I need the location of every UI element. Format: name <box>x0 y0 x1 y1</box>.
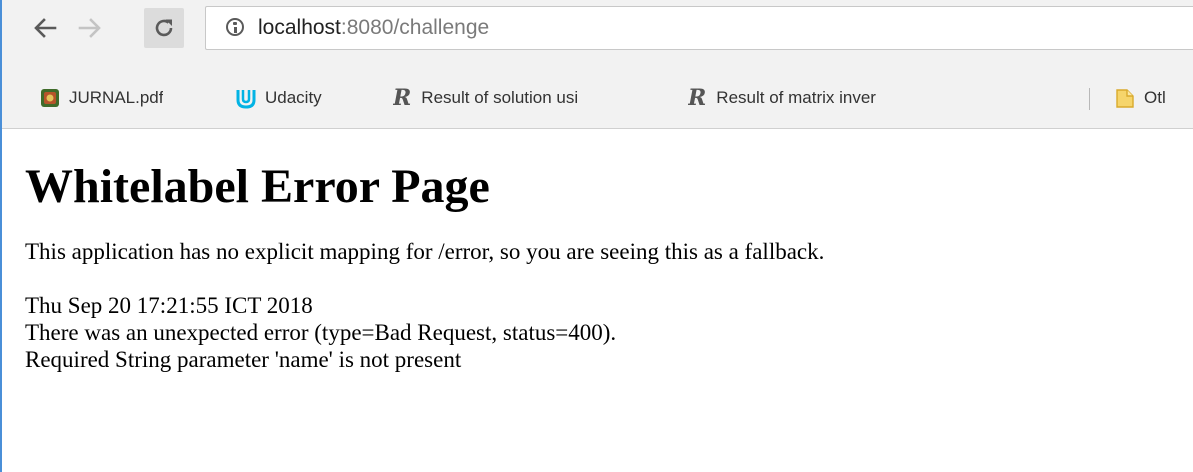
bookmark-label: Otl <box>1144 88 1166 107</box>
r-letter-icon: R <box>393 85 412 111</box>
intro-text: This application has no explicit mapping… <box>25 239 825 264</box>
address-bar[interactable]: localhost:8080/challenge <box>205 6 1193 50</box>
reload-icon <box>155 19 173 37</box>
url-text[interactable]: localhost:8080/challenge <box>258 16 489 40</box>
bookmark-label: Udacity <box>265 88 322 107</box>
arrow-right-icon <box>78 18 101 38</box>
site-info-icon[interactable] <box>226 18 244 36</box>
bookmark-udacity[interactable]: Udacity <box>235 85 322 111</box>
url-host: localhost <box>258 16 341 39</box>
folder-icon <box>1116 89 1134 108</box>
page-content: Whitelabel Error Page This application h… <box>25 129 1193 373</box>
bookmark-other[interactable]: Otl <box>1114 85 1166 111</box>
udacity-icon <box>236 90 256 109</box>
bookmark-label: Result of matrix inver <box>716 88 876 107</box>
error-message: Required String parameter 'name' is not … <box>25 347 462 372</box>
bookmark-label: JURNAL.pdf <box>69 88 164 107</box>
forward-button[interactable] <box>73 11 107 45</box>
bookmark-result-solution[interactable]: R Result of solution usi <box>393 85 671 111</box>
bookmark-label: Result of solution usi <box>421 88 579 107</box>
r-letter-icon: R <box>688 85 707 111</box>
bookmarks-bar: JURNAL.pdf Udacity R Result of solution … <box>2 68 1193 129</box>
browser-toolbar: localhost:8080/challenge <box>2 0 1193 68</box>
reload-button[interactable] <box>144 8 184 48</box>
error-details: Thu Sep 20 17:21:55 ICT 2018 There was a… <box>25 292 1193 373</box>
browser-window: localhost:8080/challenge JURNAL.pdf Udac… <box>0 0 1193 472</box>
arrow-left-icon <box>34 18 57 38</box>
pdf-document-icon <box>41 89 59 107</box>
page-title: Whitelabel Error Page <box>25 160 490 213</box>
error-timestamp: Thu Sep 20 17:21:55 ICT 2018 <box>25 293 313 318</box>
bookmarks-divider <box>1089 88 1090 110</box>
error-status: There was an unexpected error (type=Bad … <box>25 320 617 345</box>
back-button[interactable] <box>28 11 62 45</box>
url-port-path: :8080/challenge <box>340 16 490 39</box>
bookmark-result-matrix[interactable]: R Result of matrix inver <box>688 85 978 111</box>
bookmark-jurnal[interactable]: JURNAL.pdf <box>39 85 163 111</box>
